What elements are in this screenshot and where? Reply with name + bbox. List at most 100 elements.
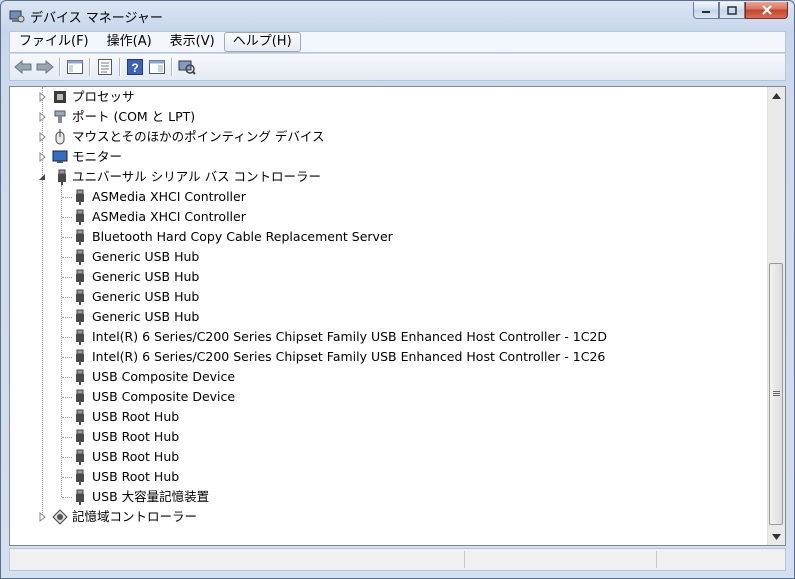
tree-line <box>62 237 72 238</box>
status-bar <box>9 548 786 571</box>
grip-line <box>773 395 780 396</box>
back-icon <box>14 60 32 74</box>
menu-file[interactable]: ファイル(F) <box>10 32 98 52</box>
usb-device-label: Generic USB Hub <box>92 309 200 324</box>
title-bar[interactable]: デバイス マネージャー <box>1 1 794 31</box>
close-button[interactable] <box>745 2 788 19</box>
tree-category-label: ユニバーサル シリアル バス コントローラー <box>72 169 322 184</box>
tree-category-label: プロセッサ <box>72 89 135 104</box>
caption-buttons <box>693 2 788 21</box>
expand-arrow-icon[interactable] <box>39 132 47 142</box>
usb-device-label: Intel(R) 6 Series/C200 Series Chipset Fa… <box>92 349 606 364</box>
usb-device-label: USB 大容量記憶装置 <box>92 489 210 504</box>
device-manager-window: デバイス マネージャー ファイル(F) 操作(A) 表示(V) ヘルプ(H) ?… <box>0 0 795 579</box>
tree-line <box>62 397 72 398</box>
usb-device-icon <box>76 249 84 265</box>
expand-arrow-icon[interactable] <box>39 112 47 122</box>
action-pane-button[interactable] <box>146 56 168 78</box>
usb-device-label: ASMedia XHCI Controller <box>92 209 246 224</box>
expand-arrow-icon[interactable] <box>39 512 47 522</box>
device-manager-icon <box>9 10 25 23</box>
device-tree[interactable]: プロセッサ ポート (COM と LPT) マウスとそのほかのポインティング デ… <box>9 86 786 546</box>
tree-category-label: モニター <box>72 149 123 164</box>
show-hide-console-tree-icon <box>67 60 83 74</box>
port-icon <box>54 110 66 123</box>
mouse-icon <box>55 129 65 145</box>
scan-hardware-button[interactable] <box>176 56 198 78</box>
forward-icon <box>36 60 54 74</box>
usb-device-icon <box>76 489 84 505</box>
menu-help[interactable]: ヘルプ(H) <box>223 32 301 52</box>
maximize-icon <box>727 5 737 15</box>
menu-view[interactable]: 表示(V) <box>161 32 224 52</box>
grip-line <box>773 393 780 394</box>
tree-line <box>62 217 72 218</box>
status-pane <box>464 551 655 568</box>
usb-device-label: Generic USB Hub <box>92 269 200 284</box>
usb-device-label: USB Composite Device <box>92 369 236 384</box>
maximize-button[interactable] <box>719 2 745 19</box>
toolbar-separator <box>119 58 121 76</box>
tree-line <box>62 437 72 438</box>
arrow-down-icon <box>772 533 781 540</box>
tree-category-label: ポート (COM と LPT) <box>72 109 196 124</box>
menu-bar: ファイル(F) 操作(A) 表示(V) ヘルプ(H) <box>9 31 786 53</box>
processor-icon <box>54 91 66 103</box>
usb-device-label: USB Root Hub <box>92 449 180 464</box>
usb-device-icon <box>76 409 84 425</box>
usb-device-icon <box>76 369 84 385</box>
grip-line <box>773 391 780 392</box>
expand-arrow-icon[interactable] <box>39 152 47 162</box>
usb-icon <box>58 169 66 185</box>
usb-device-icon <box>76 449 84 465</box>
usb-device-icon <box>76 349 84 365</box>
window-title: デバイス マネージャー <box>30 11 163 26</box>
usb-device-label: Generic USB Hub <box>92 289 200 304</box>
usb-device-label: Intel(R) 6 Series/C200 Series Chipset Fa… <box>92 329 608 344</box>
collapse-arrow-icon[interactable] <box>38 172 46 182</box>
scroll-up-button[interactable] <box>768 87 785 104</box>
console-tree-button[interactable] <box>64 56 86 78</box>
tree-line <box>62 417 72 418</box>
scroll-thumb[interactable] <box>769 263 783 525</box>
usb-device-label: USB Root Hub <box>92 469 180 484</box>
usb-device-icon <box>76 469 84 485</box>
vertical-scrollbar[interactable] <box>767 87 785 545</box>
usb-device-label: ASMedia XHCI Controller <box>92 189 246 204</box>
usb-device-icon <box>76 209 84 225</box>
back-button[interactable] <box>12 56 34 78</box>
tree-line <box>62 277 72 278</box>
usb-device-icon <box>76 389 84 405</box>
tree-line <box>62 377 72 378</box>
toolbar-separator <box>89 58 91 76</box>
scroll-down-button[interactable] <box>768 528 785 545</box>
storage-controller-icon <box>52 509 68 525</box>
minimize-icon <box>702 11 710 13</box>
tree-line <box>62 497 72 498</box>
tree-line <box>62 357 72 358</box>
tree-line <box>62 337 72 338</box>
forward-button[interactable] <box>34 56 56 78</box>
usb-device-label: USB Root Hub <box>92 429 180 444</box>
expand-arrow-icon[interactable] <box>39 92 47 102</box>
tree-line <box>62 197 72 198</box>
properties-button[interactable] <box>94 56 116 78</box>
arrow-up-icon <box>772 92 781 99</box>
tree-line <box>62 297 72 298</box>
tree-category-label: 記憶域コントローラー <box>72 509 198 524</box>
close-icon <box>761 5 772 15</box>
menu-action[interactable]: 操作(A) <box>98 32 161 52</box>
tree-line <box>62 257 72 258</box>
help-button[interactable]: ? <box>124 56 146 78</box>
toolbar-separator <box>171 58 173 76</box>
tree-line <box>61 185 62 497</box>
properties-icon <box>98 59 112 75</box>
svg-text:?: ? <box>131 61 138 75</box>
usb-device-icon <box>76 329 84 345</box>
minimize-button[interactable] <box>693 2 719 19</box>
usb-device-icon <box>76 309 84 325</box>
status-pane <box>656 551 786 568</box>
toolbar: ? <box>9 54 786 81</box>
usb-device-label: Bluetooth Hard Copy Cable Replacement Se… <box>92 229 393 244</box>
usb-device-label: Generic USB Hub <box>92 249 200 264</box>
